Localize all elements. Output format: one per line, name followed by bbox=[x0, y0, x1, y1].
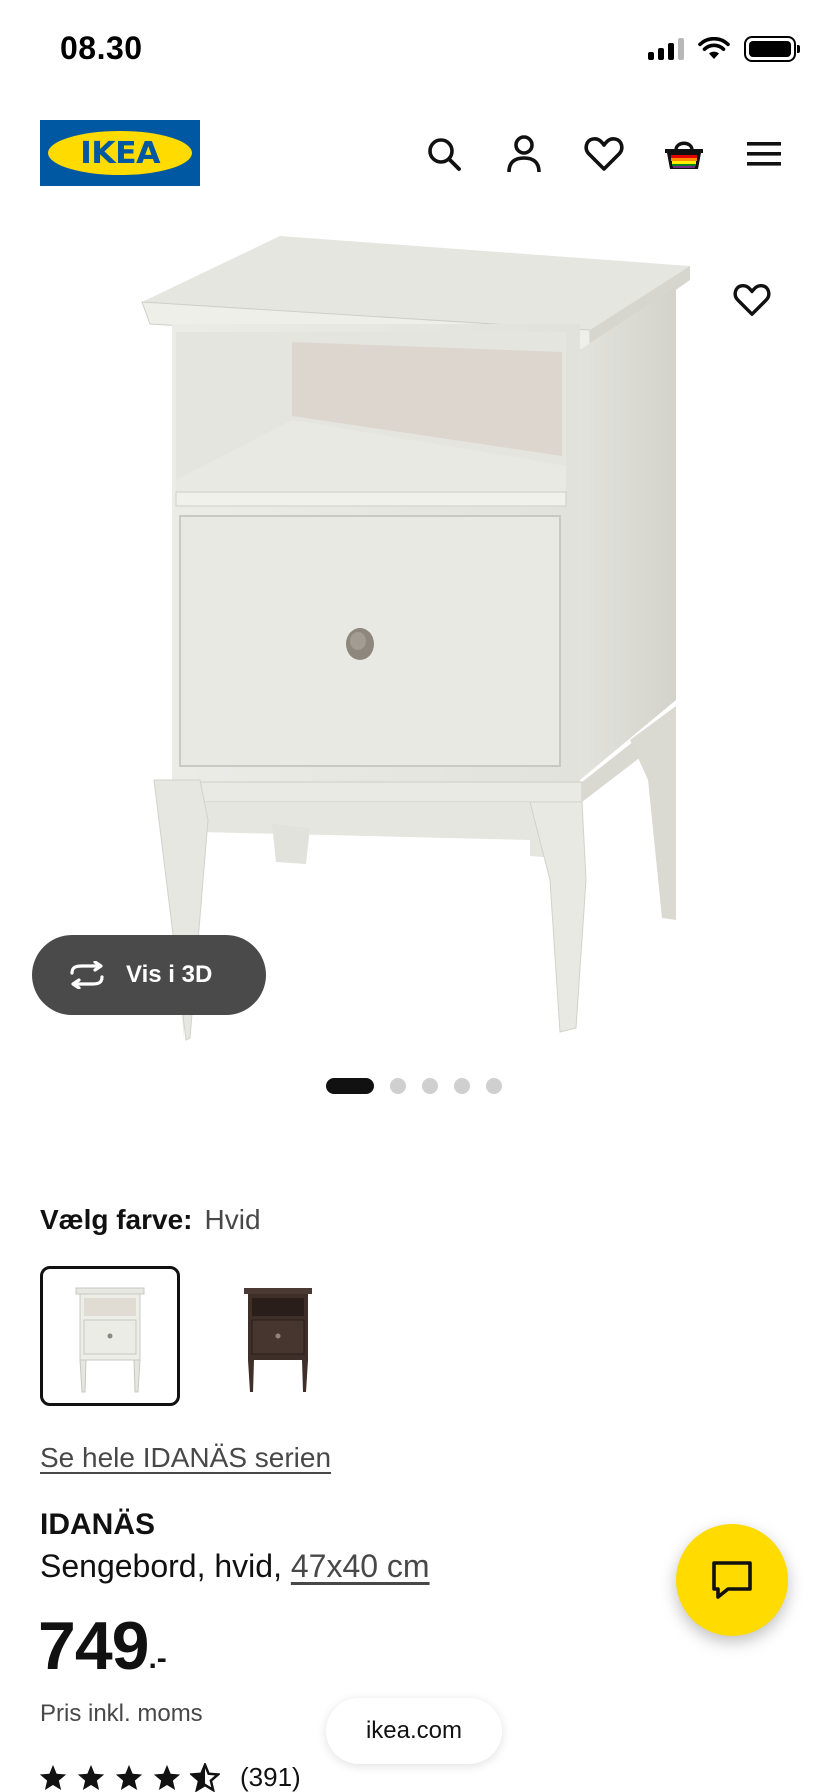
carousel-pagination bbox=[0, 1078, 828, 1094]
carousel-dot-5[interactable] bbox=[486, 1078, 502, 1094]
white-nightstand-thumbnail bbox=[75, 1287, 145, 1393]
price-suffix: .- bbox=[148, 1642, 167, 1675]
cellular-signal-icon bbox=[648, 38, 684, 60]
product-image-carousel[interactable]: Vis i 3D bbox=[0, 220, 828, 1050]
wifi-icon bbox=[698, 37, 730, 59]
star-icon bbox=[153, 1764, 181, 1790]
rating-count: (391) bbox=[240, 1762, 301, 1792]
battery-icon bbox=[744, 36, 800, 62]
product-name: IDANÄS bbox=[40, 1508, 156, 1541]
logo-oval: IKEA bbox=[48, 131, 192, 175]
ikea-logo[interactable]: IKEA bbox=[40, 120, 200, 186]
logo-text: IKEA bbox=[80, 135, 160, 171]
color-label: Vælg farve: bbox=[40, 1204, 193, 1235]
carousel-dot-4[interactable] bbox=[454, 1078, 470, 1094]
swatch-white[interactable] bbox=[40, 1266, 180, 1406]
status-bar: 08.30 bbox=[0, 0, 828, 100]
price-amount: 749 bbox=[38, 1608, 149, 1684]
browser-address-pill[interactable]: ikea.com bbox=[326, 1698, 502, 1764]
product-description-text: Sengebord, hvid, bbox=[40, 1548, 291, 1584]
heart-icon[interactable] bbox=[580, 130, 628, 178]
price-note: Pris inkl. moms bbox=[40, 1700, 203, 1727]
color-swatches bbox=[40, 1266, 348, 1406]
product-dimensions-link[interactable]: 47x40 cm bbox=[291, 1548, 430, 1584]
product-description: Sengebord, hvid, 47x40 cm bbox=[40, 1548, 430, 1585]
carousel-dot-2[interactable] bbox=[390, 1078, 406, 1094]
brown-nightstand-thumbnail bbox=[244, 1288, 312, 1392]
carousel-dot-1[interactable] bbox=[326, 1078, 374, 1094]
color-selector-heading: Vælg farve: Hvid bbox=[40, 1204, 261, 1236]
header-actions bbox=[420, 130, 788, 178]
product-price: 749 .- bbox=[38, 1612, 167, 1680]
view-in-3d-button[interactable]: Vis i 3D bbox=[32, 935, 266, 1015]
heart-icon bbox=[733, 283, 771, 316]
account-icon[interactable] bbox=[500, 130, 548, 178]
series-link[interactable]: Se hele IDANÄS serien bbox=[40, 1442, 331, 1474]
favorite-button[interactable] bbox=[724, 272, 780, 328]
search-icon[interactable] bbox=[420, 130, 468, 178]
shopping-bag-icon[interactable] bbox=[660, 130, 708, 178]
chat-button[interactable] bbox=[676, 1524, 788, 1636]
star-half-icon bbox=[190, 1762, 220, 1792]
product-rating[interactable]: (391) bbox=[38, 1762, 301, 1792]
color-selected-value: Hvid bbox=[204, 1204, 261, 1235]
swatch-brown[interactable] bbox=[208, 1266, 348, 1406]
star-icon bbox=[39, 1764, 67, 1790]
chat-icon bbox=[712, 1561, 752, 1599]
status-icons bbox=[648, 36, 800, 62]
rotate-3d-icon bbox=[70, 961, 104, 989]
menu-icon[interactable] bbox=[740, 130, 788, 178]
carousel-dot-3[interactable] bbox=[422, 1078, 438, 1094]
star-icon bbox=[77, 1764, 105, 1790]
view-in-3d-label: Vis i 3D bbox=[126, 961, 213, 988]
star-icon bbox=[115, 1764, 143, 1790]
nightstand-image bbox=[141, 236, 690, 1041]
site-header: IKEA bbox=[0, 120, 828, 190]
status-time: 08.30 bbox=[60, 30, 143, 66]
